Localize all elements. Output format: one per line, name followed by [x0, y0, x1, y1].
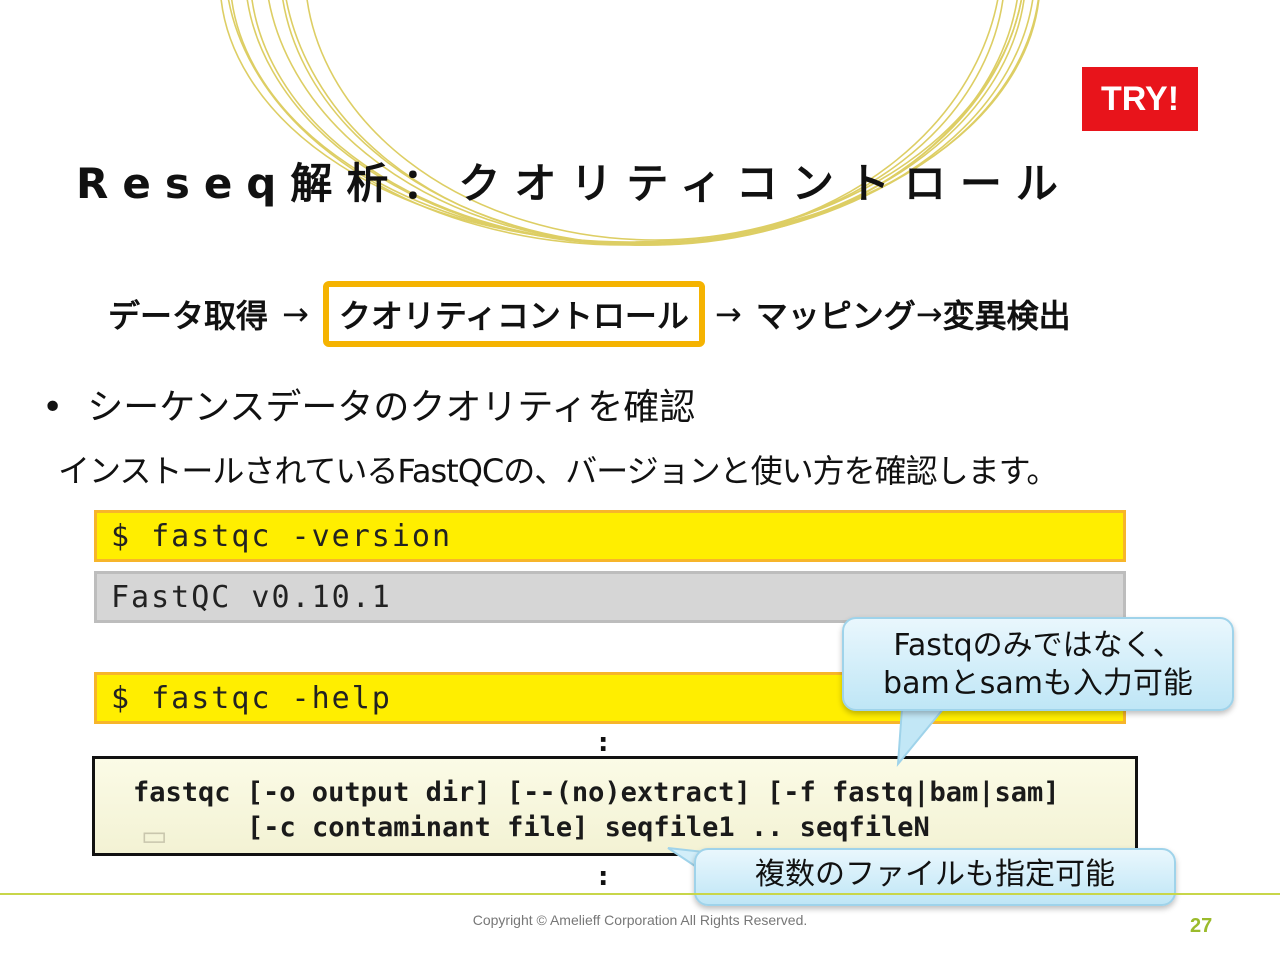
- desktop-icon: ▭: [141, 820, 168, 851]
- usage-line-2: [-c contaminant file] seqfile1 .. seqfil…: [247, 812, 930, 843]
- flow-step-mapping: マッピング: [755, 297, 916, 335]
- flow-step-data-acquisition: データ取得: [108, 297, 269, 335]
- callout-formats-line-1: Fastqのみではなく、: [893, 628, 1183, 663]
- flow-arrow: →: [915, 295, 943, 333]
- flow-arrow: →: [714, 295, 742, 333]
- callout-input-formats: Fastqのみではなく、 bamとsamも入力可能: [842, 617, 1234, 711]
- flow-arrow: →: [282, 295, 309, 333]
- flow-step-quality-control: クオリティコントロール: [322, 281, 705, 347]
- footer-divider: [0, 893, 1280, 895]
- callout-multiple-files: 複数のファイルも指定可能: [694, 848, 1176, 906]
- help-usage-box: ▭ fastqc [-o output dir] [--(no)extract]…: [92, 756, 1138, 856]
- ellipsis: :: [598, 728, 609, 758]
- page-number: 27: [1190, 915, 1213, 937]
- bullet-point: • シーケンスデータのクオリティを確認: [42, 378, 695, 430]
- bullet-dot-icon: •: [42, 387, 64, 428]
- workflow-steps: データ取得 → クオリティコントロール → マッピング → 変異検出: [108, 281, 1071, 347]
- ellipsis: :: [598, 862, 609, 892]
- try-badge: TRY!: [1082, 67, 1198, 131]
- intro-text: インストールされているFastQCの、バージョンと使い方を確認します。: [58, 452, 1058, 490]
- slide-title: Reseq解析：クオリティコントロール: [76, 159, 1072, 208]
- command-version: $ fastqc -version: [94, 510, 1126, 562]
- flow-step-variant-calling: 変異検出: [942, 297, 1071, 335]
- bullet-text: シーケンスデータのクオリティを確認: [87, 387, 696, 428]
- output-version: FastQC v0.10.1: [94, 571, 1126, 623]
- usage-line-1: fastqc [-o output dir] [--(no)extract] […: [133, 777, 1060, 808]
- callout-formats-line-2: bamとsamも入力可能: [883, 666, 1193, 701]
- copyright-text: Copyright © Amelieff Corporation All Rig…: [472, 912, 808, 928]
